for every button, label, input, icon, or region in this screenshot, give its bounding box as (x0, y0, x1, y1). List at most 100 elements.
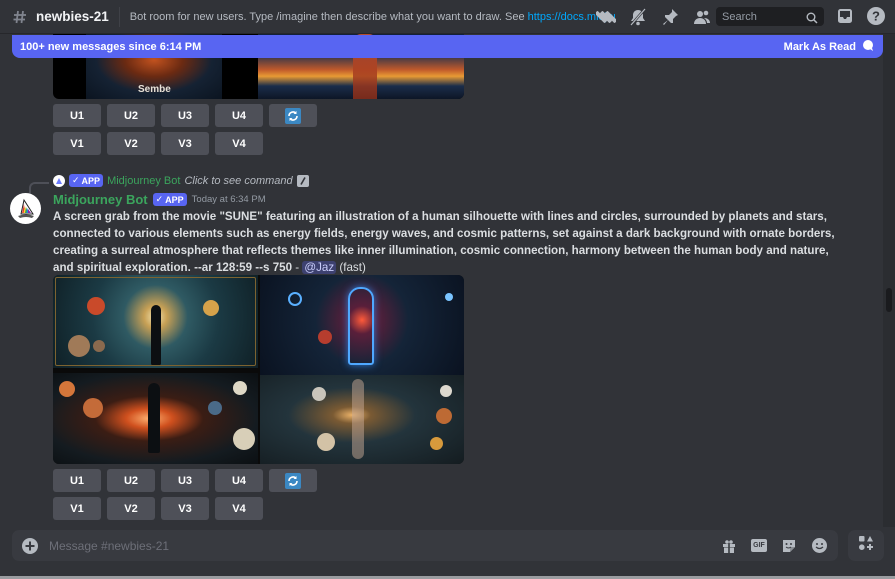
muted-bell-icon[interactable] (627, 6, 649, 28)
gift-icon[interactable] (720, 537, 738, 555)
upscale-1-button[interactable]: U1 (53, 469, 101, 492)
planet (68, 335, 90, 357)
sticker-icon[interactable] (780, 537, 798, 555)
inbox-icon[interactable] (836, 7, 854, 30)
reroll-icon (285, 107, 301, 124)
gif-label: GIF (751, 539, 767, 552)
gif-icon[interactable]: GIF (750, 537, 768, 555)
planet (83, 398, 103, 418)
scrollbar-track[interactable] (883, 34, 895, 527)
emoji-icon[interactable] (810, 537, 828, 555)
image-cell-4 (260, 375, 464, 464)
silhouette (148, 383, 160, 453)
new-messages-bar[interactable]: 100+ new messages since 6:14 PM Mark As … (12, 35, 883, 58)
message-header: Midjourney Bot ✓ APP Today at 6:34 PM (53, 192, 266, 207)
image-caption: Sembe (138, 84, 171, 95)
planet (312, 387, 326, 401)
scrollbar-thumb[interactable] (886, 288, 892, 312)
planet (93, 340, 105, 352)
click-to-see-command[interactable]: Click to see command (184, 175, 292, 187)
reroll-button[interactable] (269, 104, 317, 127)
variation-2-button[interactable]: V2 (107, 132, 155, 155)
channel-topic[interactable]: Bot room for new users. Type /imagine th… (130, 11, 615, 23)
header-toolbar (595, 6, 713, 28)
previous-upscale-row: U1 U2 U3 U4 (53, 104, 317, 127)
app-badge: ✓ APP (69, 174, 104, 187)
mark-as-read-button[interactable]: Mark As Read (784, 39, 875, 55)
variation-1-button[interactable]: V1 (53, 497, 101, 520)
bot-avatar[interactable] (10, 193, 41, 224)
planet (208, 401, 222, 415)
search-input[interactable] (722, 10, 802, 23)
threads-icon[interactable] (595, 6, 617, 28)
mark-as-read-label: Mark As Read (783, 40, 856, 53)
channel-header: newbies-21 Bot room for new users. Type … (0, 0, 895, 34)
planet (445, 293, 453, 301)
separator: - (292, 261, 303, 274)
variation-2-button[interactable]: V2 (107, 497, 155, 520)
variation-4-button[interactable]: V4 (215, 497, 263, 520)
planet (440, 385, 452, 397)
reply-bot-name[interactable]: Midjourney Bot (107, 175, 180, 187)
planet (317, 433, 335, 451)
members-icon[interactable] (691, 6, 713, 28)
upscale-3-button[interactable]: U3 (161, 469, 209, 492)
reroll-icon (285, 472, 301, 489)
planet (288, 292, 302, 306)
image-cell-2 (260, 275, 464, 375)
variation-row: V1 V2 V3 V4 (53, 497, 263, 520)
app-badge: ✓ APP (152, 193, 187, 206)
planet (436, 408, 452, 424)
prompt-text: A screen grab from the movie "SUNE" feat… (53, 210, 835, 274)
previous-variation-row: V1 V2 V3 V4 (53, 132, 263, 155)
header-divider (118, 6, 120, 27)
author-name[interactable]: Midjourney Bot (53, 192, 148, 207)
apps-button[interactable] (848, 530, 884, 561)
planet (59, 381, 75, 397)
variation-4-button[interactable]: V4 (215, 132, 263, 155)
check-icon: ✓ (155, 194, 164, 204)
mark-read-icon (862, 39, 875, 55)
topic-text: Bot room for new users. Type /imagine th… (129, 10, 528, 23)
silhouette (151, 305, 161, 365)
upscale-3-button[interactable]: U3 (161, 104, 209, 127)
variation-3-button[interactable]: V3 (161, 132, 209, 155)
apps-icon (858, 535, 874, 556)
upscale-4-button[interactable]: U4 (215, 104, 263, 127)
planet (430, 437, 443, 450)
help-icon[interactable]: ? (866, 6, 886, 31)
message-timestamp: Today at 6:34 PM (191, 194, 266, 205)
speed-label: (fast) (339, 261, 366, 274)
image-cell-1 (53, 275, 258, 368)
glowing-figure (348, 287, 374, 365)
message-list[interactable]: Sembe U1 U2 U3 U4 V1 V2 V3 V4 ✓ APP Midj… (0, 34, 883, 527)
hash-thread-icon (12, 8, 30, 26)
image-grid[interactable] (53, 275, 464, 464)
search-icon (806, 11, 818, 24)
user-mention[interactable]: @Jaz (302, 261, 337, 274)
upscale-1-button[interactable]: U1 (53, 104, 101, 127)
variation-1-button[interactable]: V1 (53, 132, 101, 155)
upscale-2-button[interactable]: U2 (107, 469, 155, 492)
variation-3-button[interactable]: V3 (161, 497, 209, 520)
upscale-2-button[interactable]: U2 (107, 104, 155, 127)
translucent-figure (352, 379, 364, 459)
discord-window: newbies-21 Bot room for new users. Type … (0, 0, 895, 579)
command-reference[interactable]: ✓ APP Midjourney Bot Click to see command (53, 174, 309, 187)
plus-icon (25, 541, 35, 550)
planet (233, 381, 247, 395)
search-box[interactable] (716, 7, 824, 26)
new-messages-text: 100+ new messages since 6:14 PM (20, 40, 202, 53)
reroll-button[interactable] (269, 469, 317, 492)
slash-command-icon (296, 174, 309, 187)
pin-icon[interactable] (659, 6, 681, 28)
message-input[interactable] (49, 538, 720, 553)
add-attachment-button[interactable] (22, 537, 38, 554)
channel-name: newbies-21 (36, 9, 109, 24)
check-icon: ✓ (72, 175, 80, 185)
message-content: A screen grab from the movie "SUNE" feat… (53, 208, 848, 276)
planet (318, 330, 332, 344)
upscale-4-button[interactable]: U4 (215, 469, 263, 492)
planet (233, 428, 255, 450)
message-composer: GIF (12, 530, 838, 561)
